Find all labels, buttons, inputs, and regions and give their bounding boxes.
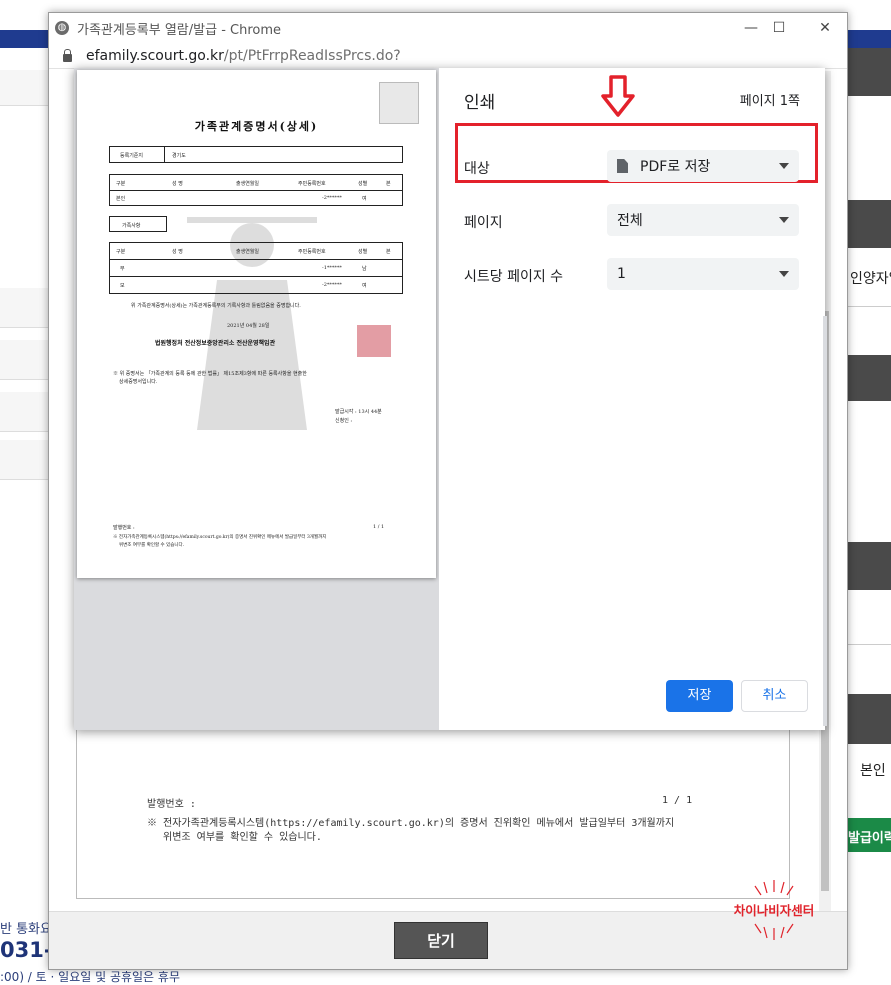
certify-text: 위 가족관계증명서(상세)는 가족관계등록부의 기록사항과 틀림없음을 증명합니… <box>131 303 301 309</box>
issue-time: 발급시각 : 13시 44분 <box>335 409 382 415</box>
chevron-down-icon <box>779 217 789 223</box>
print-preview-area: 가족관계증명서(상세) 등록기준지 경기도 구분 성 명 출생연월일 주민등록번… <box>74 68 439 730</box>
document-icon <box>617 159 628 173</box>
chevron-down-icon <box>779 163 789 169</box>
applicant-label: 신청인 : <box>335 418 353 424</box>
pages-select[interactable]: 전체 <box>607 204 799 236</box>
background-nav-item <box>0 340 48 380</box>
self-table: 구분 성 명 출생연월일 주민등록번호 성별 본 본인 -2****** 여 <box>109 174 403 206</box>
close-icon[interactable]: ✕ <box>811 17 839 39</box>
background-dark-panel <box>848 48 891 96</box>
background-contact-label: 반 통화요 <box>0 922 52 937</box>
pages-per-sheet-label: 시트당 페이지 수 <box>464 269 564 285</box>
chrome-popup-window: ◍ 가족관계등록부 열람/발급 - Chrome — ☐ ✕ efamily.s… <box>48 12 848 970</box>
background-hours: :00) / 토 · 일요일 및 공휴일은 휴무 <box>0 970 180 984</box>
window-title: 가족관계등록부 열람/발급 - Chrome <box>77 22 282 38</box>
background-dark-panel <box>848 355 891 401</box>
settings-scrollbar[interactable] <box>823 316 827 726</box>
verification-note: ※ 전자가족관계등록시스템(https://efamily.scourt.go.… <box>147 818 675 829</box>
official-seal-icon <box>357 325 391 357</box>
issuer-name: 법원행정처 전산정보중앙관리소 전산운영책임관 <box>155 340 276 347</box>
destination-label: 대상 <box>464 161 490 177</box>
background-nav-item <box>0 392 48 432</box>
window-titlebar: ◍ 가족관계등록부 열람/발급 - Chrome — ☐ ✕ <box>49 13 847 43</box>
notice-line-1: ※ 위 증명서는 「가족관계의 등록 등에 관한 법률」 제15조제3항에 따른… <box>113 371 307 377</box>
preview-page: 가족관계증명서(상세) 등록기준지 경기도 구분 성 명 출생연월일 주민등록번… <box>77 70 436 578</box>
notice-line-2: 상세증명서입니다. <box>119 379 158 385</box>
background-divider <box>848 644 891 645</box>
background-dark-panel <box>848 542 891 590</box>
background-label: 인양자입 <box>850 271 891 287</box>
verification-note-2: 위변조 여부를 확인할 수 있습니다. <box>163 832 322 843</box>
background-nav-item <box>0 70 48 106</box>
preview-issue-number: 발행번호 : <box>113 525 135 531</box>
background-dark-panel <box>848 200 891 248</box>
url-text: efamily.scourt.go.kr/pt/PtFrrpReadIssPrc… <box>86 47 401 64</box>
save-button[interactable]: 저장 <box>666 680 733 712</box>
pages-per-sheet-select[interactable]: 1 <box>607 258 799 290</box>
preview-footer-line-1: ※ 전자가족관계등록시스템(https://efamily.scourt.go.… <box>113 535 327 540</box>
background-nav-item <box>0 288 48 328</box>
family-section-box: 가족사항 <box>109 216 167 232</box>
page-number: 1 / 1 <box>662 795 693 806</box>
cancel-button[interactable]: 취소 <box>741 680 808 712</box>
preview-doc-title: 가족관계증명서(상세) <box>194 120 319 133</box>
background-divider <box>848 306 891 307</box>
down-arrow-icon <box>601 75 635 117</box>
registry-box: 등록기준지 경기도 <box>109 146 403 163</box>
lock-icon <box>63 48 72 62</box>
badge-text: 차이나비자센터 <box>733 903 815 918</box>
close-button[interactable]: 닫기 <box>394 922 488 959</box>
pages-label: 페이지 <box>464 215 503 231</box>
destination-select[interactable]: PDF로 저장 <box>607 150 799 182</box>
watermark-badge: 차이나비자센터 <box>720 878 828 942</box>
print-dialog: 가족관계증명서(상세) 등록기준지 경기도 구분 성 명 출생연월일 주민등록번… <box>74 68 827 730</box>
address-bar[interactable]: efamily.scourt.go.kr/pt/PtFrrpReadIssPrc… <box>49 43 847 69</box>
chevron-down-icon <box>779 271 789 277</box>
family-table: 구분 성 명 출생연월일 주민등록번호 성별 본 부 -1****** 남 모 … <box>109 242 403 294</box>
print-title: 인쇄 <box>464 93 496 113</box>
underlying-document: 발행번호 : 1 / 1 ※ 전자가족관계등록시스템(https://efami… <box>76 729 790 899</box>
minimize-icon[interactable]: — <box>737 17 765 39</box>
preview-page-number: 1 / 1 <box>373 524 385 530</box>
background-nav-item <box>0 440 48 480</box>
issue-number-label: 발행번호 : <box>147 799 196 810</box>
issue-date: 2021년 04월 28일 <box>227 323 270 329</box>
background-dark-panel <box>848 694 891 744</box>
preview-footer-line-2: 위변조 여부를 확인할 수 있습니다. <box>119 543 185 548</box>
globe-icon: ◍ <box>55 21 69 35</box>
court-watermark-icon <box>187 217 317 430</box>
print-settings-panel: 인쇄 페이지 1쪽 대상 PDF로 저장 페이지 전체 시트당 페이지 수 1 <box>439 68 827 730</box>
maximize-icon[interactable]: ☐ <box>765 17 793 39</box>
background-label: 본인 <box>860 763 886 779</box>
background-history-button[interactable]: 발급이력 <box>848 818 891 852</box>
page-count: 페이지 1쪽 <box>739 94 800 109</box>
